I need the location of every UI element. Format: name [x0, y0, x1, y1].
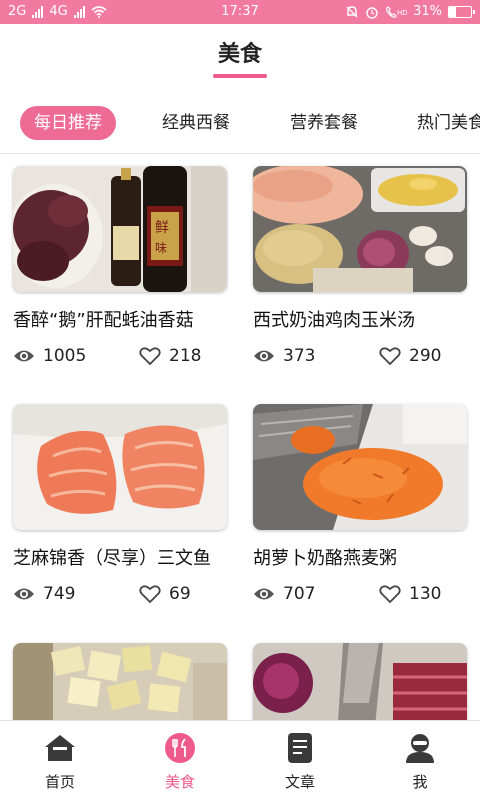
heart-icon[interactable] — [139, 346, 161, 366]
recipe-image[interactable] — [253, 404, 467, 530]
recipe-title[interactable]: 西式奶油鸡肉玉米汤 — [253, 306, 467, 332]
title-underline — [213, 74, 267, 78]
recipe-image[interactable]: 鲜 味 — [13, 166, 227, 292]
view-count: 749 — [13, 584, 75, 604]
recipe-image[interactable] — [13, 404, 227, 530]
recipe-card[interactable]: 胡萝卜奶酪燕麦粥 707 130 — [253, 404, 467, 608]
view-count-value: 1005 — [43, 346, 87, 366]
recipe-feed[interactable]: 鲜 味 香醉“鹅”肝配蚝油香菇 1005 218 西式奶油鸡肉玉米汤 373 2… — [0, 154, 480, 720]
nav-articles-label: 文章 — [284, 773, 315, 791]
grated-carrot-photo — [253, 404, 467, 530]
recipe-card[interactable] — [13, 643, 227, 720]
recipe-stats: 749 69 — [13, 584, 227, 608]
view-count-value: 373 — [283, 346, 316, 366]
like-count[interactable]: 218 — [139, 346, 201, 366]
liver-and-oyster-sauce-photo: 鲜 味 — [13, 166, 227, 292]
view-count-value: 749 — [43, 584, 76, 604]
user-icon[interactable] — [404, 732, 436, 764]
nav-food-label: 美食 — [164, 773, 195, 791]
nav-home[interactable]: 首页 — [0, 731, 120, 792]
onion-and-bacon-photo — [253, 643, 467, 720]
home-icon[interactable] — [43, 733, 77, 763]
eye-icon — [14, 350, 34, 362]
nav-home-label: 首页 — [44, 773, 75, 791]
heart-icon[interactable] — [139, 584, 161, 604]
like-count-value: 218 — [169, 346, 202, 366]
like-count-value: 69 — [169, 584, 191, 604]
recipe-stats: 1005 218 — [13, 346, 227, 370]
heart-icon[interactable] — [379, 346, 401, 366]
recipe-title[interactable]: 胡萝卜奶酪燕麦粥 — [253, 544, 467, 570]
battery-icon — [448, 5, 475, 18]
nav-food[interactable]: 美食 — [120, 731, 240, 792]
fork-knife-icon[interactable] — [164, 732, 196, 764]
status-bar: 2G 4G 17:37 HD 31% — [0, 0, 480, 24]
eye-icon — [254, 588, 274, 600]
recipe-image[interactable] — [13, 643, 227, 720]
view-count-value: 707 — [283, 584, 316, 604]
page-title: 美食 — [217, 42, 262, 67]
recipe-card[interactable]: 芝麻锦香（尽享）三文鱼 749 69 — [13, 404, 227, 608]
recipe-card[interactable] — [253, 643, 467, 720]
tab-popular-food[interactable]: 热门美食 — [403, 106, 480, 140]
nav-me[interactable]: 我 — [360, 731, 480, 792]
recipe-image[interactable] — [253, 643, 467, 720]
category-tabs: 每日推荐 经典西餐 营养套餐 热门美食 — [0, 100, 480, 146]
eye-icon — [254, 350, 274, 362]
alarm-clock-icon — [366, 6, 378, 19]
view-count: 707 — [253, 584, 315, 604]
tab-daily-recommend[interactable]: 每日推荐 — [20, 106, 116, 140]
bottom-navigation: 首页 美食 文章 我 — [0, 720, 480, 800]
nav-articles[interactable]: 文章 — [240, 731, 360, 792]
heart-icon[interactable] — [379, 584, 401, 604]
recipe-title[interactable]: 芝麻锦香（尽享）三文鱼 — [13, 544, 227, 570]
diced-potato-photo — [13, 643, 227, 720]
chicken-potato-corn-photo — [253, 166, 467, 292]
svg-text:味: 味 — [155, 241, 167, 255]
system-indicators: HD 31% — [345, 4, 475, 19]
svg-text:HD: HD — [397, 9, 407, 17]
like-count-value: 130 — [409, 584, 442, 604]
recipe-stats: 707 130 — [253, 584, 467, 608]
like-count[interactable]: 69 — [139, 584, 191, 604]
like-count-value: 290 — [409, 346, 442, 366]
nav-me-label: 我 — [412, 773, 428, 791]
battery-percent: 31% — [413, 4, 442, 19]
eye-icon — [14, 588, 34, 600]
recipe-stats: 373 290 — [253, 346, 467, 370]
recipe-card[interactable]: 鲜 味 香醉“鹅”肝配蚝油香菇 1005 218 — [13, 166, 227, 370]
tab-nutrition-set[interactable]: 营养套餐 — [276, 106, 372, 140]
view-count: 373 — [253, 346, 315, 366]
article-icon[interactable] — [286, 732, 314, 764]
view-count: 1005 — [13, 346, 86, 366]
header: 美食 — [0, 24, 480, 88]
recipe-card[interactable]: 西式奶油鸡肉玉米汤 373 290 — [253, 166, 467, 370]
battery-level-fill — [449, 6, 456, 17]
like-count[interactable]: 130 — [379, 584, 441, 604]
tab-classic-western[interactable]: 经典西餐 — [148, 106, 244, 140]
recipe-title[interactable]: 香醉“鹅”肝配蚝油香菇 — [13, 306, 227, 332]
recipe-image[interactable] — [253, 166, 467, 292]
salmon-fillets-photo — [13, 404, 227, 530]
volte-call-icon: HD — [386, 5, 407, 18]
notification-bell-icon — [346, 5, 358, 17]
like-count[interactable]: 290 — [379, 346, 441, 366]
svg-text:鲜: 鲜 — [155, 220, 169, 236]
